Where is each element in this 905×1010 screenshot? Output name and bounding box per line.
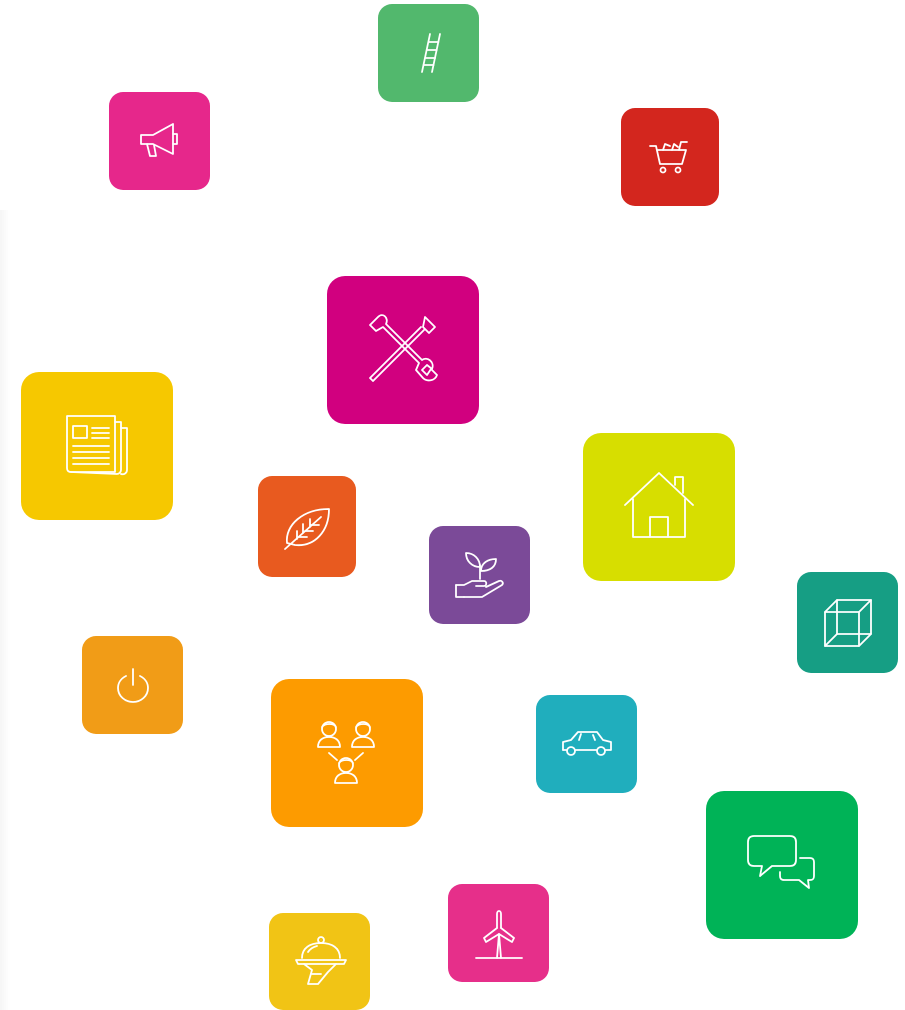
plant-hand-tile[interactable] xyxy=(429,526,530,624)
shopping-cart-icon xyxy=(649,141,688,174)
megaphone-icon xyxy=(139,123,178,157)
wind-turbine-icon xyxy=(474,910,523,959)
serving-cloche-icon xyxy=(294,935,347,985)
chat-bubbles-icon xyxy=(747,835,815,889)
serving-cloche-tile[interactable] xyxy=(269,913,370,1010)
newspaper-tile[interactable] xyxy=(21,372,173,520)
leaf-icon xyxy=(284,507,330,550)
leaf-tile[interactable] xyxy=(258,476,356,577)
page-edge-shadow xyxy=(0,210,10,1010)
tools-icon xyxy=(369,314,438,382)
car-tile[interactable] xyxy=(536,695,637,793)
wind-turbine-tile[interactable] xyxy=(448,884,549,982)
chat-bubbles-tile[interactable] xyxy=(706,791,858,939)
plant-hand-icon xyxy=(454,552,504,598)
power-tile[interactable] xyxy=(82,636,183,734)
ladder-tile[interactable] xyxy=(378,4,479,102)
people-network-tile[interactable] xyxy=(271,679,423,827)
cube-icon xyxy=(823,598,872,647)
tools-tile[interactable] xyxy=(327,276,479,424)
cube-tile[interactable] xyxy=(797,572,898,673)
people-network-icon xyxy=(317,721,375,784)
house-icon xyxy=(624,472,694,538)
car-icon xyxy=(561,731,612,756)
power-icon xyxy=(116,668,149,703)
shopping-cart-tile[interactable] xyxy=(621,108,719,206)
ladder-icon xyxy=(420,33,441,73)
megaphone-tile[interactable] xyxy=(109,92,210,190)
house-tile[interactable] xyxy=(583,433,735,581)
newspaper-icon xyxy=(66,415,128,476)
